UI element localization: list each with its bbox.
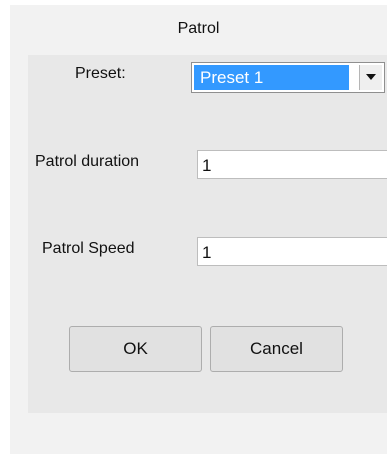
dialog-title-bar: Patrol <box>10 5 387 55</box>
patrol-dialog: Patrol Preset: Preset 1 Patrol duration … <box>10 5 387 454</box>
patrol-duration-label: Patrol duration <box>35 153 140 170</box>
patrol-duration-input[interactable] <box>197 150 387 179</box>
chevron-down-icon <box>366 74 376 80</box>
preset-label: Preset: <box>75 65 126 82</box>
ok-button[interactable]: OK <box>69 326 202 372</box>
patrol-speed-input[interactable] <box>197 237 387 266</box>
patrol-speed-label: Patrol Speed <box>42 240 135 257</box>
dialog-title: Patrol <box>177 20 220 37</box>
cancel-button[interactable]: Cancel <box>210 326 343 372</box>
preset-selected-value[interactable]: Preset 1 <box>194 65 349 90</box>
preset-dropdown-button[interactable] <box>359 65 382 90</box>
preset-select[interactable]: Preset 1 <box>191 62 385 93</box>
